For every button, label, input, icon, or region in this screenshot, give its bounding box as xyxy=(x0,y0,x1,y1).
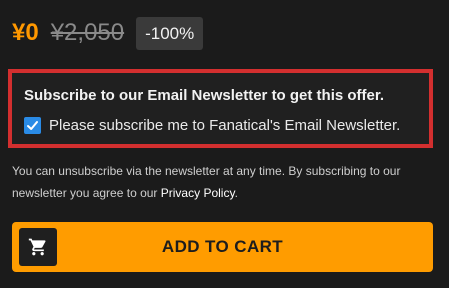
newsletter-checkbox-label[interactable]: Please subscribe me to Fanatical's Email… xyxy=(49,117,400,134)
newsletter-checkbox-row[interactable]: Please subscribe me to Fanatical's Email… xyxy=(24,117,400,134)
add-to-cart-label[interactable]: ADD TO CART xyxy=(12,222,433,272)
privacy-policy-link[interactable]: Privacy Policy xyxy=(161,186,235,200)
newsletter-checkbox[interactable] xyxy=(24,117,41,134)
offer-title: Subscribe to our Email Newsletter to get… xyxy=(24,87,385,104)
newsletter-offer-box: Subscribe to our Email Newsletter to get… xyxy=(8,69,433,148)
unsubscribe-info: You can unsubscribe via the newsletter a… xyxy=(12,160,437,204)
offer-panel: ¥0 ¥2,050 -100% Subscribe to our Email N… xyxy=(0,0,449,288)
current-price: ¥0 xyxy=(12,19,39,46)
info-suffix: . xyxy=(234,186,238,200)
add-to-cart-button[interactable]: ADD TO CART xyxy=(12,222,433,272)
discount-badge: -100% xyxy=(136,16,204,50)
original-price: ¥2,050 xyxy=(50,19,125,46)
price-row: ¥0 ¥2,050 -100% xyxy=(12,14,204,52)
check-icon xyxy=(27,121,38,130)
